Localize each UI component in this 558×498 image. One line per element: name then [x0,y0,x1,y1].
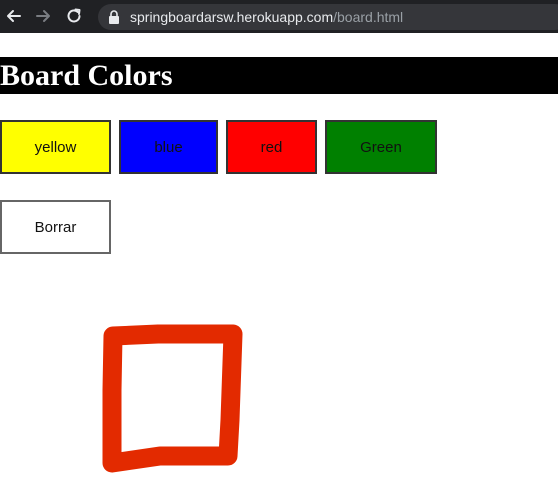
lock-icon [109,10,119,24]
drawing-board[interactable] [0,270,558,498]
blue-button[interactable]: blue [119,120,218,174]
page-title: Board Colors [0,57,558,94]
back-arrow-icon[interactable] [4,6,24,26]
browser-toolbar: springboardarsw.herokuapp.com/board.html [0,0,558,33]
address-bar[interactable]: springboardarsw.herokuapp.com/board.html [98,4,558,30]
clear-button[interactable]: Borrar [0,200,111,254]
reload-icon[interactable] [64,6,84,26]
url-text: springboardarsw.herokuapp.com/board.html [130,9,403,25]
red-button[interactable]: red [226,120,317,174]
forward-arrow-icon[interactable] [33,6,53,26]
green-button[interactable]: Green [325,120,437,174]
yellow-button[interactable]: yellow [0,120,111,174]
url-path: /board.html [333,9,404,25]
url-host: springboardarsw.herokuapp.com [130,9,334,25]
drawn-stroke [102,324,243,473]
